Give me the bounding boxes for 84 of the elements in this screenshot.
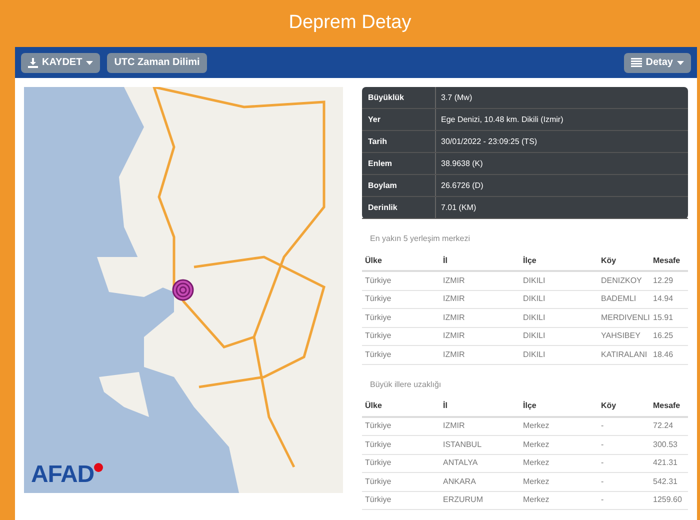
- table-caption: Büyük illere uzaklığı: [369, 378, 442, 390]
- table-cell-text: Türkiye: [365, 494, 392, 506]
- detail-label: Yer: [362, 109, 436, 130]
- table-cell-text: Merkez: [523, 457, 550, 470]
- table-cell-text: 12.29: [653, 274, 674, 287]
- table-cell-text: 18.46: [653, 348, 674, 361]
- caret-icon: [677, 60, 684, 64]
- toolbar-button[interactable]: KAYDET: [21, 52, 100, 72]
- detail-value: 7.01 (KM): [440, 202, 476, 214]
- table-cell-text: 542.31: [653, 476, 678, 488]
- table-cell-text: IZMIR: [443, 274, 466, 287]
- table-cell-text: MERDIVENLI: [601, 312, 651, 324]
- table-caption: En yakın 5 yerleşim merkezi: [369, 233, 472, 245]
- detail-value: Ege Denizi, 10.48 km. Dikili (Izmir): [440, 114, 564, 126]
- toolbar-button[interactable]: UTC Zaman Dilimi: [107, 52, 207, 72]
- table-cell-text: IZMIR: [443, 348, 466, 361]
- detail-value: 38.9638 (K): [440, 158, 483, 170]
- column-header: İl: [443, 400, 448, 412]
- table-cell-text: IZMIR: [443, 420, 466, 432]
- table-cell-text: ISTANBUL: [443, 438, 483, 451]
- column-header: Ülke: [365, 254, 383, 266]
- detail-value: 3.7 (Mw): [440, 92, 472, 104]
- table-cell-text: 300.53: [653, 438, 678, 451]
- table-cell-text: -: [601, 476, 605, 488]
- epicenter-marker-icon: [172, 279, 194, 301]
- page-title: Deprem Detay: [288, 11, 412, 36]
- column-header: İlçe: [523, 400, 538, 412]
- table-cell-text: 72.24: [653, 420, 674, 432]
- table-cell-text: DIKILI: [523, 312, 546, 324]
- column-header: Köy: [601, 254, 618, 266]
- detail-label: Büyüklük: [362, 87, 436, 108]
- table-cell-text: ANKARA: [443, 476, 477, 488]
- column-header: Köy: [601, 400, 618, 412]
- table-cell-text: ANTALYA: [443, 457, 479, 470]
- detail-label: Boylam: [362, 175, 436, 196]
- table-cell-text: Türkiye: [365, 312, 392, 324]
- table-cell-text: 421.31: [653, 457, 678, 470]
- table-cell-text: ERZURUM: [443, 494, 484, 506]
- table-cell-text: DIKILI: [523, 274, 546, 287]
- detail-label: Enlem: [362, 153, 436, 174]
- download-icon: [28, 58, 38, 68]
- table-cell-text: -: [601, 457, 605, 470]
- table-cell-text: IZMIR: [443, 293, 466, 306]
- table-cell-text: Türkiye: [365, 457, 392, 470]
- detail-label: Tarih: [362, 131, 436, 152]
- detail-value: 30/01/2022 - 23:09:25 (TS): [440, 136, 538, 148]
- table-cell-text: Türkiye: [365, 476, 392, 488]
- table-cell-text: Merkez: [523, 438, 550, 451]
- table-cell-text: Merkez: [523, 494, 550, 506]
- table-cell-text: Türkiye: [365, 330, 392, 342]
- table-cell-text: -: [601, 420, 605, 432]
- table-cell-text: BADEMLI: [601, 293, 638, 306]
- table-cell-text: IZMIR: [443, 330, 466, 342]
- table-cell-text: -: [601, 438, 605, 451]
- table-cell-text: KATIRALANI: [601, 348, 648, 361]
- column-header: İlçe: [523, 254, 538, 266]
- table-cell-text: DIKILI: [523, 348, 546, 361]
- caret-icon: [86, 60, 94, 64]
- table-cell-text: 16.25: [653, 330, 674, 342]
- column-header: Mesafe: [653, 400, 682, 412]
- table-cell-text: IZMIR: [443, 312, 466, 324]
- column-header: İl: [443, 254, 448, 266]
- table-cell-text: 14.94: [653, 293, 674, 306]
- table-cell-text: DIKILI: [523, 293, 546, 306]
- detail-label: Derinlik: [362, 197, 436, 218]
- table-cell-text: DIKILI: [523, 330, 546, 342]
- table-cell-text: Türkiye: [365, 438, 392, 451]
- table-cell-text: Merkez: [523, 476, 550, 488]
- table-cell-text: YAHSIBEY: [601, 330, 642, 342]
- table-cell-text: Merkez: [523, 420, 550, 432]
- column-header: Ülke: [365, 400, 383, 412]
- toolbar-button[interactable]: Detay: [624, 52, 691, 72]
- table-cell-text: Türkiye: [365, 420, 392, 432]
- table-cell-text: 15.91: [653, 312, 674, 324]
- table-cell-text: Türkiye: [365, 274, 392, 287]
- detail-value: 26.6726 (D): [440, 180, 484, 192]
- column-header: Mesafe: [653, 254, 682, 266]
- table-cell-text: DENIZKOY: [601, 274, 643, 287]
- table-cell-text: Türkiye: [365, 348, 392, 361]
- table-cell-text: Türkiye: [365, 293, 392, 306]
- table-cell-text: -: [601, 494, 605, 506]
- list-icon: [630, 58, 642, 67]
- table-cell-text: 1259.60: [653, 494, 683, 506]
- map-logo: AFAD: [31, 463, 94, 487]
